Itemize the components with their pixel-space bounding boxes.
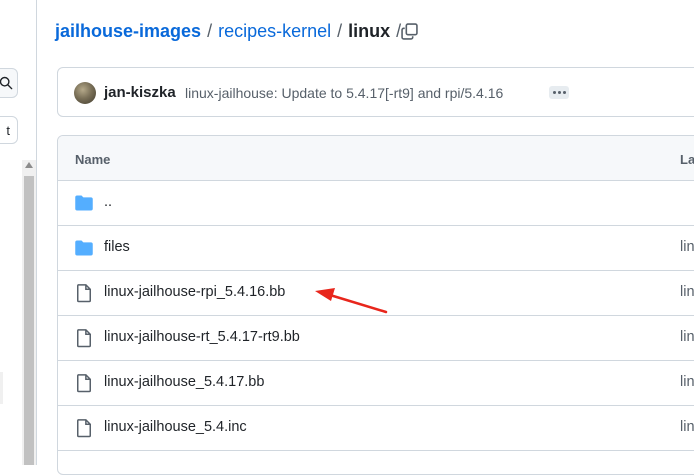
breadcrumb-current: linux: [348, 20, 391, 41]
search-icon: [0, 76, 13, 90]
scroll-up-arrow-icon[interactable]: [25, 162, 33, 168]
row-name[interactable]: ..: [104, 194, 112, 210]
sidebar-search-button[interactable]: [0, 68, 18, 98]
left-sidebar: t: [0, 0, 37, 465]
file-icon: [77, 374, 91, 393]
file-table: Name La .. files lin linux-jailhouse-rpi…: [57, 135, 694, 475]
table-row-file[interactable]: linux-jailhouse-rt_5.4.17-rt9.bb lin: [58, 316, 694, 361]
sidebar-chip[interactable]: t: [0, 116, 18, 144]
file-icon: [77, 329, 91, 348]
ellipsis-icon[interactable]: [549, 86, 569, 99]
commit-author[interactable]: jan-kiszka: [104, 84, 176, 101]
sidebar-chip-label: t: [6, 122, 10, 138]
row-name[interactable]: files: [104, 239, 130, 255]
folder-icon: [75, 195, 93, 211]
avatar[interactable]: [74, 82, 96, 104]
row-name[interactable]: linux-jailhouse_5.4.17.bb: [104, 374, 264, 390]
file-icon: [77, 284, 91, 303]
row-name[interactable]: linux-jailhouse_5.4.inc: [104, 419, 247, 435]
table-row-file[interactable]: linux-jailhouse_5.4.inc lin: [58, 406, 694, 451]
table-row-parent[interactable]: ..: [58, 181, 694, 226]
row-last-commit[interactable]: lin: [680, 374, 694, 390]
table-header: Name La: [58, 136, 694, 181]
row-name[interactable]: linux-jailhouse-rpi_5.4.16.bb: [104, 284, 285, 300]
column-header-name: Name: [75, 152, 111, 167]
breadcrumb: jailhouse-images / recipes-kernel / linu…: [55, 18, 407, 44]
row-last-commit[interactable]: lin: [680, 419, 694, 435]
row-last-commit[interactable]: lin: [680, 284, 694, 300]
row-last-commit[interactable]: lin: [680, 329, 694, 345]
breadcrumb-separator: /: [207, 20, 213, 41]
column-header-last-commit: La: [680, 152, 694, 167]
row-name[interactable]: linux-jailhouse-rt_5.4.17-rt9.bb: [104, 329, 300, 345]
file-icon: [77, 419, 91, 438]
scrollbar-thumb[interactable]: [24, 176, 34, 465]
folder-icon: [75, 240, 93, 256]
row-last-commit[interactable]: lin: [680, 239, 694, 255]
breadcrumb-separator: /: [337, 20, 343, 41]
latest-commit-box: jan-kiszka linux-jailhouse: Update to 5.…: [57, 67, 694, 117]
copy-icon: [400, 22, 418, 40]
sidebar-scrollbar[interactable]: [22, 160, 36, 465]
table-row-file[interactable]: linux-jailhouse_5.4.17.bb lin: [58, 361, 694, 406]
sidebar-selected-marker: [0, 372, 3, 404]
table-row-file[interactable]: linux-jailhouse-rpi_5.4.16.bb lin: [58, 271, 694, 316]
copy-path-button[interactable]: [396, 18, 422, 44]
breadcrumb-repo-link[interactable]: jailhouse-images: [55, 21, 201, 42]
breadcrumb-folder-link[interactable]: recipes-kernel: [218, 21, 331, 42]
commit-message[interactable]: linux-jailhouse: Update to 5.4.17[-rt9] …: [185, 85, 503, 101]
table-row-folder[interactable]: files lin: [58, 226, 694, 271]
